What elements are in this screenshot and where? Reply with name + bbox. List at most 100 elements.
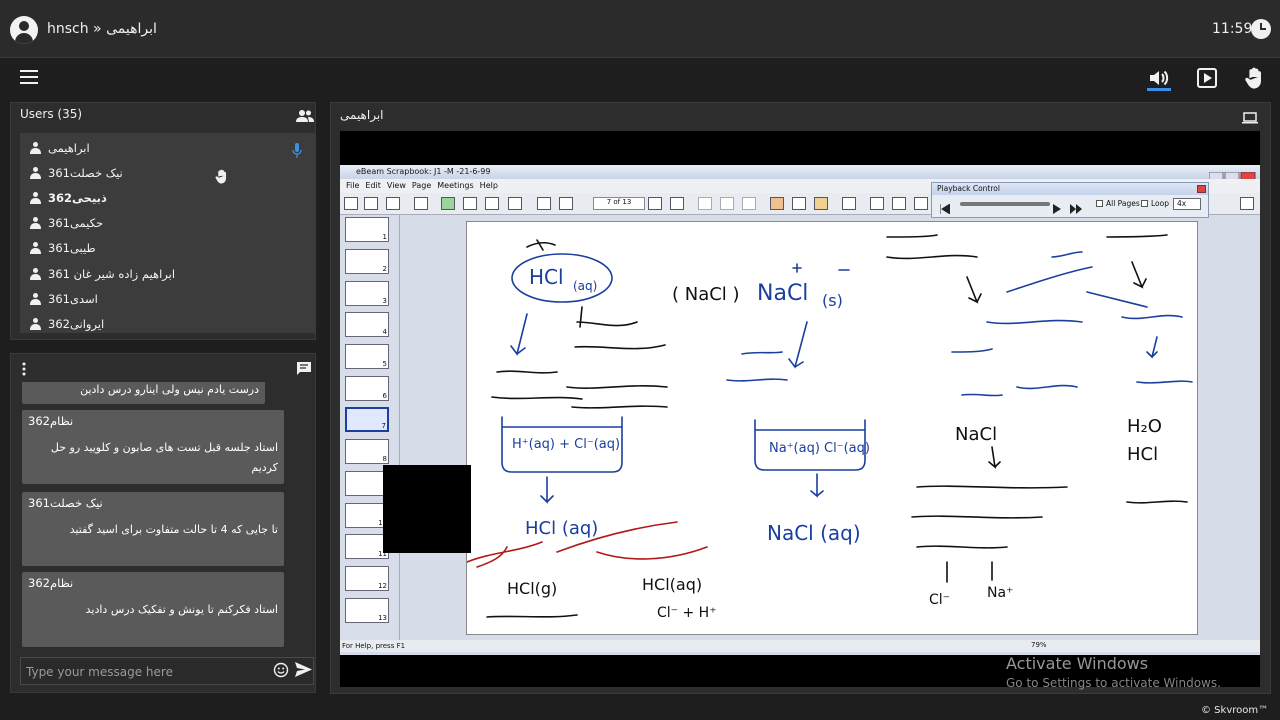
people-icon[interactable] — [296, 108, 314, 122]
presenter-name: ابراهیمی — [340, 108, 384, 122]
toolbar-button[interactable] — [1240, 197, 1254, 210]
user-item[interactable]: طیبی361 — [20, 235, 310, 260]
thumbnail[interactable]: 6 — [345, 376, 389, 401]
toolbar-button[interactable] — [792, 197, 806, 210]
toolbar-button[interactable] — [892, 197, 906, 210]
ebeam-window: eBeam Scrapbook: J1 -M -21-6-99 File Edit… — [340, 165, 1260, 655]
user-item[interactable]: ابراهیمی — [20, 135, 310, 160]
toolbar-button[interactable] — [842, 197, 856, 210]
toolbar-button[interactable] — [914, 197, 928, 210]
menu-file[interactable]: File — [346, 181, 359, 190]
user-item[interactable]: ابراهیم زاده شیر غان 361 — [20, 261, 310, 286]
user-item[interactable]: اسدی361 — [20, 286, 310, 311]
toolbar-button[interactable] — [364, 197, 378, 210]
toolbar-button[interactable] — [344, 197, 358, 210]
emoji-icon[interactable] — [273, 662, 289, 678]
user-item[interactable]: نیک خصلت361 — [20, 160, 310, 185]
user-icon — [30, 142, 41, 154]
user-icon — [30, 217, 41, 229]
toolbar-button[interactable] — [386, 197, 400, 210]
raise-hand-icon[interactable] — [1243, 66, 1267, 90]
chat-input[interactable] — [26, 662, 266, 682]
toolbar-button[interactable] — [441, 197, 455, 210]
toolbar-button[interactable] — [414, 197, 428, 210]
send-icon[interactable] — [295, 662, 312, 677]
play-icon[interactable] — [1052, 199, 1062, 214]
close-icon[interactable] — [1197, 185, 1206, 193]
top-bar — [0, 0, 1280, 58]
laptop-icon[interactable] — [1242, 109, 1258, 124]
shared-screen: eBeam Scrapbook: J1 -M -21-6-99 File Edit… — [340, 131, 1260, 687]
thumbnail[interactable]: 8 — [345, 439, 389, 464]
undo-button[interactable] — [698, 197, 712, 210]
user-item[interactable]: حکیمی361 — [20, 210, 310, 235]
chat-icon[interactable] — [296, 361, 312, 376]
users-list: ابراهیمی نیک خصلت361 ذبیحی362 حکیمی361 ط… — [20, 133, 315, 333]
toolbar-button[interactable] — [814, 197, 828, 210]
play-box-icon[interactable] — [1195, 66, 1219, 90]
user-icon — [30, 192, 41, 204]
breadcrumb: hnsch » ابراهیمی — [47, 21, 157, 37]
svg-text:HCl: HCl — [529, 265, 564, 289]
thumbnail[interactable]: 5 — [345, 344, 389, 369]
user-icon — [30, 242, 41, 254]
svg-text:HCl: HCl — [1127, 444, 1158, 465]
delete-button[interactable] — [742, 197, 756, 210]
svg-text:NaCl (aq): NaCl (aq) — [767, 521, 861, 545]
thumbnail[interactable]: 4 — [345, 312, 389, 337]
user-icon — [30, 318, 41, 330]
speed-select[interactable]: 4x — [1173, 198, 1201, 210]
playback-title: Playback Control — [932, 183, 1208, 195]
rewind-icon[interactable] — [939, 199, 951, 215]
user-item[interactable]: ایروانی362 — [20, 311, 310, 333]
svg-text:Cl⁻ + H⁺: Cl⁻ + H⁺ — [657, 605, 717, 621]
thumbnail[interactable]: 2 — [345, 249, 389, 274]
playback-control-window: Playback Control All Pages Loop 4x — [931, 182, 1209, 218]
toolbar-button[interactable] — [770, 197, 784, 210]
user-item[interactable]: ذبیحی362 — [20, 185, 310, 210]
toolbar-button[interactable] — [870, 197, 884, 210]
svg-text:NaCl: NaCl — [955, 424, 997, 445]
fast-forward-icon[interactable] — [1070, 199, 1082, 214]
more-vertical-icon[interactable] — [20, 361, 28, 376]
last-page-button[interactable] — [670, 197, 684, 210]
loop-checkbox[interactable] — [1141, 200, 1148, 207]
menu-help[interactable]: Help — [480, 181, 498, 190]
thumbnail[interactable]: 1 — [345, 217, 389, 242]
menu-meetings[interactable]: Meetings — [437, 181, 473, 190]
redo-button[interactable] — [720, 197, 734, 210]
prev-page-button[interactable] — [559, 197, 573, 210]
thumbnail[interactable]: 13 — [345, 598, 389, 623]
chat-input-box — [20, 657, 314, 685]
next-page-button[interactable] — [648, 197, 662, 210]
avatar[interactable] — [10, 16, 38, 44]
window-controls[interactable] — [1208, 167, 1257, 182]
playback-slider[interactable] — [960, 202, 1050, 206]
all-pages-label: All Pages — [1106, 199, 1140, 208]
svg-text:( NaCl ): ( NaCl ) — [672, 284, 740, 305]
page-thumbnails: 1 2 3 4 5 6 7 8 9 10 11 12 13 — [340, 215, 400, 640]
svg-text:Na⁺: Na⁺ — [987, 585, 1013, 601]
page-indicator: 7 of 13 — [593, 197, 645, 210]
toolbar-button[interactable] — [463, 197, 477, 210]
svg-text:HCl (aq): HCl (aq) — [525, 518, 598, 539]
menu-page[interactable]: Page — [412, 181, 431, 190]
svg-text:(s): (s) — [822, 291, 843, 310]
menu-icon[interactable] — [20, 70, 38, 84]
chat-message: درست یادم نیس ولی اینارو درس دادین — [22, 382, 265, 404]
volume-icon[interactable] — [1147, 66, 1171, 90]
chat-messages: درست یادم نیس ولی اینارو درس دادین نظام3… — [20, 382, 315, 647]
chat-message: نظام362 استاد جلسه قبل تست های صابون و ک… — [22, 410, 284, 484]
toolbar-button[interactable] — [485, 197, 499, 210]
first-page-button[interactable] — [537, 197, 551, 210]
menu-view[interactable]: View — [387, 181, 406, 190]
thumbnail-selected[interactable]: 7 — [345, 407, 389, 432]
thumbnail[interactable]: 3 — [345, 281, 389, 306]
thumbnail[interactable]: 12 — [345, 566, 389, 591]
all-pages-checkbox[interactable] — [1096, 200, 1103, 207]
raised-hand-icon — [214, 168, 230, 185]
loop-label: Loop — [1151, 199, 1169, 208]
whiteboard-canvas[interactable]: HCl (aq) H⁺(aq) + Cl⁻(aq) HCl (aq) HCl(g… — [466, 221, 1198, 635]
toolbar-button[interactable] — [508, 197, 522, 210]
menu-edit[interactable]: Edit — [365, 181, 381, 190]
